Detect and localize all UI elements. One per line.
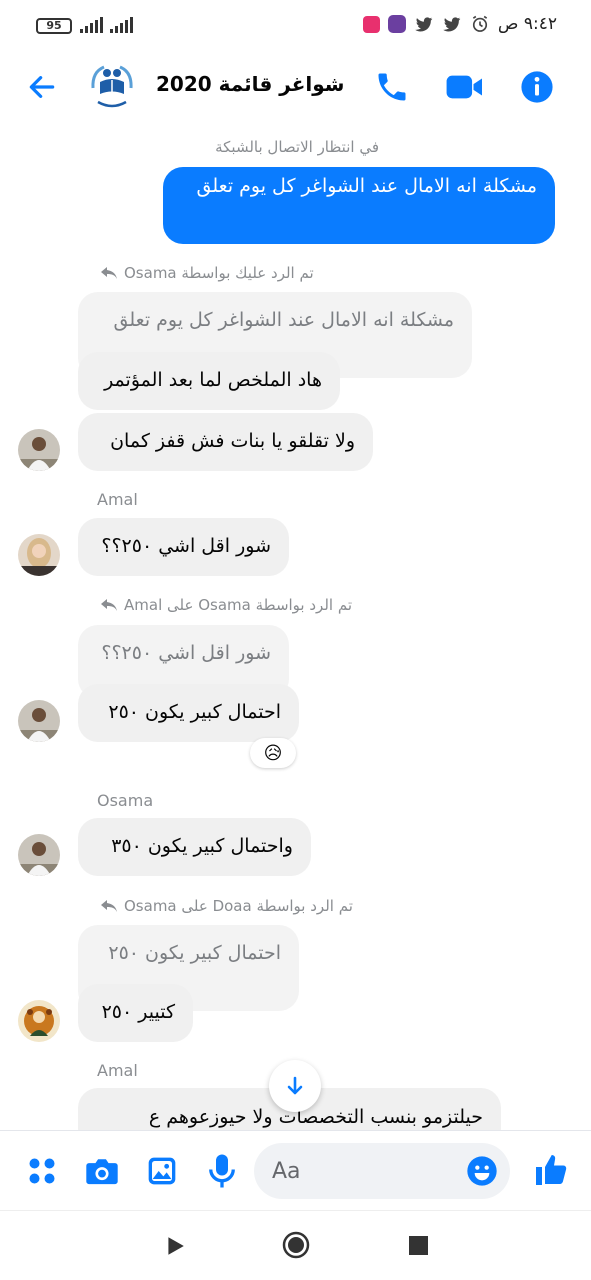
twitter-icon-2 — [442, 17, 461, 32]
alarm-icon — [472, 15, 488, 32]
signal-icon — [80, 17, 103, 33]
incoming-message[interactable]: واحتمال كبير يكون ٣٥٠ — [78, 818, 311, 876]
incoming-message[interactable]: شور اقل اشي ٢٥٠؟؟ — [78, 518, 289, 576]
back-arrow-icon[interactable] — [26, 71, 58, 103]
microphone-icon[interactable] — [207, 1153, 237, 1189]
avatar[interactable] — [18, 429, 60, 471]
scroll-down-button[interactable] — [269, 1060, 321, 1112]
avatar[interactable] — [18, 834, 60, 876]
reply-indicator: Amal على Osama تم الرد بواسطة — [100, 596, 352, 614]
phone-icon[interactable] — [374, 69, 410, 105]
status-right: ٩:٤٢ ص — [362, 14, 557, 34]
recents-nav-icon[interactable] — [409, 1236, 428, 1255]
video-icon[interactable] — [445, 70, 485, 104]
sender-name: Amal — [97, 1061, 138, 1080]
outgoing-message[interactable]: مشكلة انه الامال عند الشواغر كل يوم تعلق — [163, 167, 555, 244]
incoming-message[interactable]: ولا تقلقو يا بنات فش قفز كمان — [78, 413, 373, 471]
group-avatar[interactable] — [84, 58, 140, 114]
incoming-message[interactable]: هاد الملخص لما بعد المؤتمر — [78, 352, 340, 410]
battery-level: 95 — [46, 19, 62, 32]
reaction-badge[interactable]: 😥 — [250, 738, 296, 768]
avatar[interactable] — [18, 1000, 60, 1042]
chat-header: شواغر قائمة 2020 — [0, 52, 591, 122]
connection-status: في انتظار الاتصال بالشبكة — [215, 138, 379, 156]
reply-arrow-icon — [101, 599, 117, 611]
app-notification-icon-2 — [387, 15, 406, 33]
system-nav-bar — [0, 1210, 591, 1280]
reply-arrow-icon — [101, 267, 117, 279]
emoji-icon[interactable] — [466, 1155, 498, 1187]
camera-icon[interactable] — [85, 1155, 119, 1187]
back-nav-icon[interactable] — [164, 1235, 186, 1257]
info-icon[interactable] — [520, 70, 554, 104]
grid-menu-icon[interactable] — [27, 1156, 57, 1186]
thumbs-up-icon[interactable] — [533, 1152, 569, 1188]
reply-label: Amal على Osama تم الرد بواسطة — [124, 596, 352, 614]
status-time: ٩:٤٢ ص — [497, 14, 557, 34]
signal-icon-2 — [110, 17, 133, 33]
app-notification-icon — [362, 15, 380, 33]
message-list[interactable]: في انتظار الاتصال بالشبكة مشكلة انه الام… — [0, 122, 591, 1130]
avatar[interactable] — [18, 534, 60, 576]
reply-arrow-icon — [101, 900, 117, 912]
reply-indicator: Osama على Doaa تم الرد بواسطة — [100, 897, 353, 915]
avatar[interactable] — [18, 700, 60, 742]
sender-name: Osama — [97, 791, 154, 810]
group-title[interactable]: شواغر قائمة 2020 — [156, 72, 344, 96]
image-icon[interactable] — [146, 1155, 178, 1187]
reply-indicator: Osama تم الرد عليك بواسطة — [100, 264, 314, 282]
reply-label: Osama على Doaa تم الرد بواسطة — [124, 897, 353, 915]
arrow-down-icon — [287, 1076, 303, 1095]
battery-icon: 95 — [36, 18, 72, 34]
message-composer — [0, 1130, 591, 1210]
home-nav-icon[interactable] — [282, 1231, 310, 1259]
status-bar: 95 ٩:٤٢ ص — [0, 0, 591, 52]
incoming-message[interactable]: كتيير ٢٥٠ — [78, 984, 193, 1042]
twitter-icon — [414, 17, 433, 32]
reply-label: Osama تم الرد عليك بواسطة — [124, 264, 314, 282]
sender-name: Amal — [97, 490, 138, 509]
incoming-message[interactable]: احتمال كبير يكون ٢٥٠ — [78, 684, 299, 742]
